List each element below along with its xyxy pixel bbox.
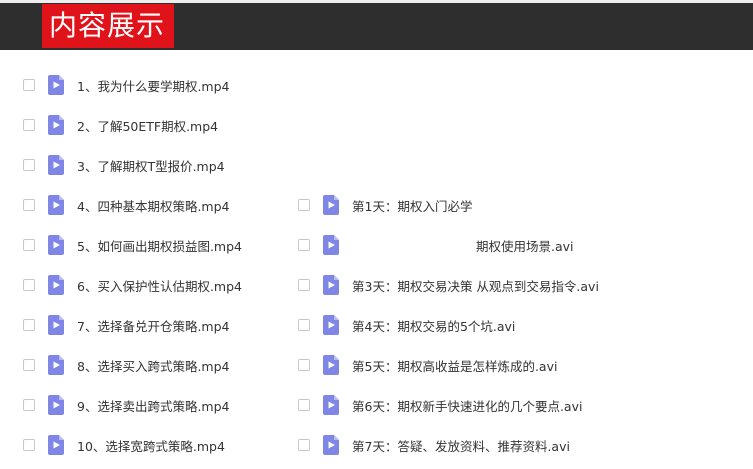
video-file-icon — [48, 115, 64, 135]
video-file-icon — [48, 395, 64, 415]
checkbox[interactable] — [23, 119, 35, 131]
checkbox[interactable] — [23, 399, 35, 411]
file-name: 第5天：期权高收益是怎样炼成的.avi — [352, 358, 558, 374]
page-title: 内容展示 — [42, 4, 175, 48]
file-name: 第4天：期权交易的5个坑.avi — [352, 318, 516, 334]
list-item[interactable]: 1、我为什么要学期权.mp4 — [23, 75, 230, 95]
list-item[interactable]: 第3天：期权交易决策 从观点到交易指令.avi — [298, 275, 599, 295]
checkbox[interactable] — [23, 279, 35, 291]
file-name: 7、选择备兑开仓策略.mp4 — [77, 318, 230, 334]
checkbox[interactable] — [23, 199, 35, 211]
list-item[interactable]: 期权使用场景.avi — [298, 235, 574, 255]
video-file-icon — [323, 395, 339, 415]
file-name: 4、四种基本期权策略.mp4 — [77, 198, 230, 214]
file-name: 第6天：期权新手快速进化的几个要点.avi — [352, 398, 583, 414]
list-item[interactable]: 第1天：期权入门必学 — [298, 195, 472, 215]
video-file-icon — [323, 355, 339, 375]
list-item[interactable]: 第7天：答疑、发放资料、推荐资料.avi — [298, 435, 570, 455]
checkbox[interactable] — [298, 439, 310, 451]
video-file-icon — [323, 435, 339, 455]
list-item[interactable]: 3、了解期权T型报价.mp4 — [23, 155, 225, 175]
checkbox[interactable] — [298, 359, 310, 371]
file-name: 6、买入保护性认估期权.mp4 — [77, 278, 242, 294]
list-item[interactable]: 7、选择备兑开仓策略.mp4 — [23, 315, 230, 335]
checkbox[interactable] — [23, 239, 35, 251]
file-name: 3、了解期权T型报价.mp4 — [77, 158, 225, 174]
video-file-icon — [323, 195, 339, 215]
video-file-icon — [48, 75, 64, 95]
video-file-icon — [48, 195, 64, 215]
video-file-icon — [323, 275, 339, 295]
checkbox[interactable] — [298, 279, 310, 291]
file-name: 第7天：答疑、发放资料、推荐资料.avi — [352, 438, 570, 454]
list-item[interactable]: 9、选择卖出跨式策略.mp4 — [23, 395, 230, 415]
list-item[interactable]: 10、选择宽跨式策略.mp4 — [23, 435, 225, 455]
file-name: 1、我为什么要学期权.mp4 — [77, 78, 230, 94]
checkbox[interactable] — [23, 79, 35, 91]
video-file-icon — [48, 155, 64, 175]
video-file-icon — [323, 235, 339, 255]
file-name: 期权使用场景.avi — [476, 238, 574, 254]
file-name: 第3天：期权交易决策 从观点到交易指令.avi — [352, 278, 599, 294]
checkbox[interactable] — [298, 319, 310, 331]
video-file-icon — [323, 315, 339, 335]
video-file-icon — [48, 235, 64, 255]
file-name: 8、选择买入跨式策略.mp4 — [77, 358, 230, 374]
file-name: 5、如何画出期权损益图.mp4 — [77, 238, 242, 254]
file-name: 2、了解50ETF期权.mp4 — [77, 118, 219, 134]
video-file-icon — [48, 355, 64, 375]
video-file-icon — [48, 315, 64, 335]
header-top-strip — [0, 0, 753, 3]
checkbox[interactable] — [23, 359, 35, 371]
list-item[interactable]: 第5天：期权高收益是怎样炼成的.avi — [298, 355, 557, 375]
list-item[interactable]: 8、选择买入跨式策略.mp4 — [23, 355, 230, 375]
video-file-icon — [48, 435, 64, 455]
file-name: 10、选择宽跨式策略.mp4 — [77, 438, 225, 454]
checkbox[interactable] — [298, 399, 310, 411]
file-name: 9、选择卖出跨式策略.mp4 — [77, 398, 230, 414]
video-file-icon — [48, 275, 64, 295]
file-name: 第1天：期权入门必学 — [352, 198, 473, 214]
checkbox[interactable] — [23, 319, 35, 331]
checkbox[interactable] — [23, 439, 35, 451]
list-item[interactable]: 6、买入保护性认估期权.mp4 — [23, 275, 242, 295]
list-item[interactable]: 第4天：期权交易的5个坑.avi — [298, 315, 515, 335]
checkbox[interactable] — [298, 199, 310, 211]
header-bar: 内容展示 — [0, 0, 753, 50]
list-item[interactable]: 5、如何画出期权损益图.mp4 — [23, 235, 242, 255]
list-item[interactable]: 4、四种基本期权策略.mp4 — [23, 195, 230, 215]
checkbox[interactable] — [23, 159, 35, 171]
checkbox[interactable] — [298, 239, 310, 251]
list-item[interactable]: 2、了解50ETF期权.mp4 — [23, 115, 218, 135]
list-item[interactable]: 第6天：期权新手快速进化的几个要点.avi — [298, 395, 582, 415]
